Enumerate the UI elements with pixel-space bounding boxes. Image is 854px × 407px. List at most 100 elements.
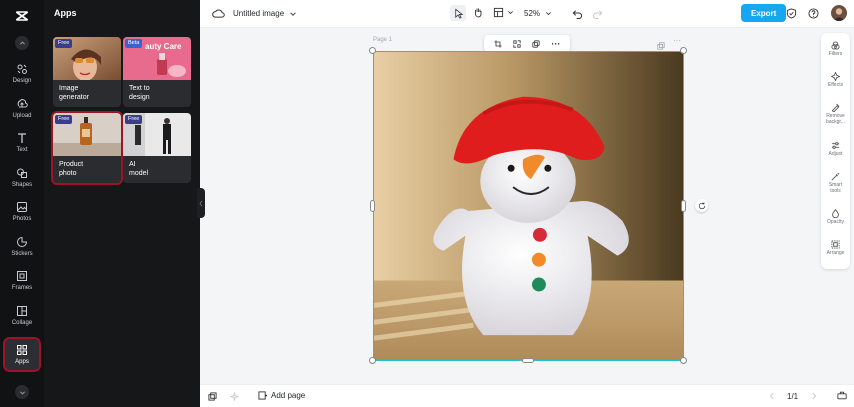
rail-item-stickers[interactable]: Stickers <box>2 229 42 263</box>
panel-collapse-handle[interactable] <box>197 188 205 218</box>
beta-badge: Beta <box>125 39 143 48</box>
upload-icon <box>17 98 28 107</box>
rail-label: Text <box>16 147 28 153</box>
app-card-label: Image generator <box>59 85 89 101</box>
text-icon <box>18 133 26 143</box>
apps-panel: Apps Free Image generator Beta auty Care… <box>44 0 200 407</box>
collapse-down-icon[interactable] <box>15 385 29 399</box>
remove-background-icon <box>831 103 840 112</box>
right-tools-panel: Filters Effects Remove backgr... Adjust … <box>821 33 850 269</box>
resize-handle-top-right[interactable] <box>680 47 687 54</box>
rail-item-apps[interactable]: Apps <box>3 336 41 372</box>
hint-icon[interactable] <box>230 392 239 401</box>
next-page-icon[interactable] <box>810 392 818 400</box>
rail-label: Stickers <box>11 250 33 257</box>
hand-icon <box>474 8 482 18</box>
smart-crop-icon[interactable] <box>513 39 521 48</box>
document-title-text: Untitled image <box>233 9 285 18</box>
canvas-image[interactable] <box>373 51 684 361</box>
redo-button[interactable] <box>592 8 603 19</box>
document-title[interactable]: Untitled image <box>233 9 297 18</box>
rotate-handle[interactable] <box>695 199 708 212</box>
layers-icon[interactable] <box>208 392 217 401</box>
app-card-label: Product photo <box>59 161 84 177</box>
rail-item-photos[interactable]: Photos <box>2 195 42 229</box>
avatar[interactable] <box>831 5 847 21</box>
tool-label: Opacity <box>827 219 844 225</box>
resize-handle-top-left[interactable] <box>369 47 376 54</box>
add-page-label: Add page <box>271 391 306 400</box>
cursor-arrow-icon <box>454 8 463 19</box>
tool-label: Remove backgr... <box>826 113 845 125</box>
tool-label: Effects <box>827 82 844 88</box>
rail-item-frames[interactable]: Frames <box>2 264 42 298</box>
design-icon <box>17 64 27 74</box>
zoom-dropdown[interactable]: 52% <box>524 9 552 18</box>
tool-label: Smart tools <box>828 182 843 194</box>
app-card-label: Text to design <box>129 85 150 101</box>
app-card-product-photo[interactable]: Free Product photo <box>51 111 123 185</box>
app-card-ai-model[interactable]: Free AI model <box>123 113 191 183</box>
app-card-label: AI model <box>129 161 149 177</box>
cloud-save-icon[interactable] <box>212 8 225 19</box>
zoom-level: 52% <box>524 9 541 18</box>
chevron-down-icon <box>508 11 513 15</box>
undo-icon <box>572 10 583 19</box>
app-card-image-generator[interactable]: Free Image generator <box>53 37 121 107</box>
copy-style-icon[interactable] <box>532 39 540 48</box>
resize-handle-bottom[interactable] <box>522 358 534 363</box>
tool-effects[interactable]: Effects <box>821 72 850 89</box>
export-button[interactable]: Export <box>741 4 787 22</box>
tool-opacity[interactable]: Opacity <box>821 209 850 226</box>
resize-icon <box>493 7 504 18</box>
collapse-up-icon[interactable] <box>15 36 29 50</box>
resize-button[interactable] <box>493 7 514 18</box>
shield-icon[interactable] <box>786 8 797 19</box>
previous-page-icon[interactable] <box>768 392 776 400</box>
add-page-icon <box>258 391 267 400</box>
tool-remove-background[interactable]: Remove backgr... <box>821 103 850 125</box>
rail-label: Design <box>12 78 32 84</box>
rail-label: Photos <box>12 216 32 222</box>
resize-handle-bottom-right[interactable] <box>680 357 687 364</box>
resize-handle-left[interactable] <box>370 200 375 212</box>
free-badge: Free <box>55 39 73 48</box>
rail-item-shapes[interactable]: Shapes <box>2 160 42 194</box>
capcut-logo-icon[interactable] <box>12 6 32 26</box>
left-rail: Design Upload Text Shapes Photos Sticker… <box>0 0 44 407</box>
undo-button[interactable] <box>572 8 583 19</box>
page-counter: 1/1 <box>787 392 799 401</box>
frames-icon <box>17 271 27 281</box>
rail-item-text[interactable]: Text <box>2 126 42 160</box>
rail-label: Collage <box>11 319 33 326</box>
tool-label: Adjust <box>828 151 843 157</box>
tool-adjust[interactable]: Adjust <box>821 141 850 158</box>
select-tool-button[interactable] <box>450 5 466 21</box>
rail-label: Upload <box>12 112 32 119</box>
top-bar: Untitled image 52% Export <box>200 0 854 28</box>
rail-label: Frames <box>11 285 33 291</box>
tool-label: Filters <box>828 51 843 57</box>
add-page-button[interactable]: Add page <box>258 391 305 400</box>
chevron-down-icon <box>290 11 296 16</box>
page-manager-icon[interactable] <box>837 391 847 400</box>
image-context-toolbar: ··· <box>484 35 570 52</box>
resize-handle-bottom-left[interactable] <box>369 357 376 364</box>
app-card-text-to-design[interactable]: Beta auty Care Text to design <box>123 37 191 107</box>
hand-tool-button[interactable] <box>472 6 484 18</box>
page-more-icon[interactable]: ··· <box>673 36 681 45</box>
rail-item-design[interactable]: Design <box>2 57 42 91</box>
rail-item-upload[interactable]: Upload <box>2 91 42 125</box>
more-options-icon[interactable]: ··· <box>551 39 560 49</box>
panel-title: Apps <box>54 8 77 18</box>
tool-filters[interactable]: Filters <box>821 41 850 58</box>
free-badge: Free <box>55 115 73 124</box>
help-icon[interactable] <box>808 8 819 19</box>
crop-icon[interactable] <box>494 39 502 48</box>
resize-handle-right[interactable] <box>681 200 686 212</box>
rail-item-collage[interactable]: Collage <box>2 298 42 332</box>
chevron-down-icon <box>546 12 551 16</box>
tool-smart-tools[interactable]: Smart tools <box>821 172 850 194</box>
tool-arrange[interactable]: Arrange <box>821 240 850 257</box>
adjust-icon <box>831 142 840 149</box>
